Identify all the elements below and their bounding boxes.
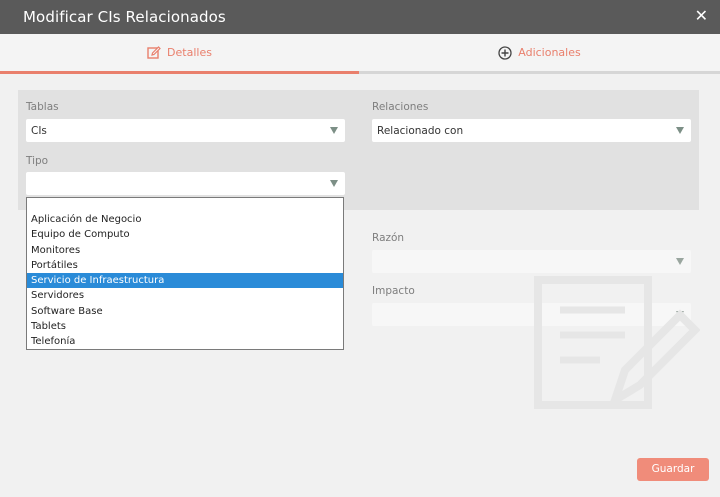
relaciones-label: Relaciones xyxy=(372,101,429,113)
impacto-label: Impacto xyxy=(372,285,415,297)
form-watermark-icon xyxy=(534,276,700,409)
tablas-select[interactable]: CIs xyxy=(26,119,345,142)
tipo-option[interactable]: Portátiles xyxy=(27,258,343,273)
relaciones-select[interactable]: Relacionado con xyxy=(372,119,691,142)
chevron-down-icon xyxy=(330,127,338,134)
tipo-option[interactable]: Aplicación de Negocio xyxy=(27,212,343,227)
tablas-label: Tablas xyxy=(26,101,59,113)
tablas-value: CIs xyxy=(31,125,47,137)
tipo-select[interactable] xyxy=(26,172,345,195)
tab-adicionales-label: Adicionales xyxy=(518,46,581,59)
tipo-option[interactable]: Monitores xyxy=(27,243,343,258)
tipo-option[interactable]: Software Base xyxy=(27,304,343,319)
tipo-option-highlighted[interactable]: Servicio de Infraestructura xyxy=(27,273,343,289)
tab-detalles[interactable]: Detalles xyxy=(0,34,359,74)
save-button[interactable]: Guardar xyxy=(637,458,709,481)
tipo-option[interactable]: Tablets xyxy=(27,319,343,334)
razon-label: Razón xyxy=(372,232,405,244)
chevron-down-icon xyxy=(330,180,338,187)
tab-adicionales[interactable]: Adicionales xyxy=(359,34,720,74)
chevron-down-icon xyxy=(676,127,684,134)
dialog-title: Modificar CIs Relacionados xyxy=(23,8,226,26)
close-icon[interactable]: ✕ xyxy=(695,6,708,25)
tab-bar: Detalles Adicionales xyxy=(0,34,720,74)
tab-detalles-label: Detalles xyxy=(167,46,212,59)
plus-circle-icon xyxy=(498,45,512,60)
tipo-option[interactable]: Servidores xyxy=(27,288,343,303)
tipo-dropdown-list: Aplicación de Negocio Equipo de Computo … xyxy=(26,197,344,350)
chevron-down-icon xyxy=(676,258,684,265)
dialog-titlebar: Modificar CIs Relacionados ✕ xyxy=(0,0,720,34)
relaciones-value: Relacionado con xyxy=(377,125,464,137)
edit-icon xyxy=(147,45,161,60)
tipo-option[interactable]: Equipo de Computo xyxy=(27,227,343,242)
tipo-label: Tipo xyxy=(26,155,49,167)
tipo-option[interactable]: Telefonía xyxy=(27,334,343,349)
